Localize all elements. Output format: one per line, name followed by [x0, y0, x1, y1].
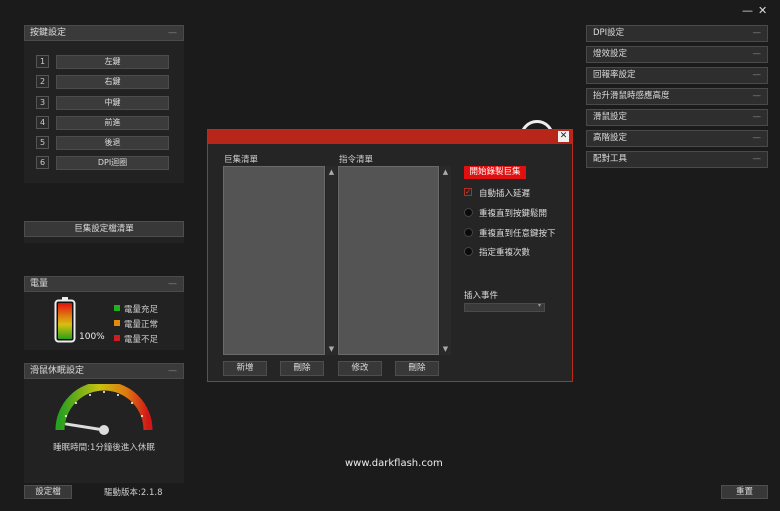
expand-icon: —: [752, 28, 762, 38]
right-menu-label: DPI設定: [593, 28, 625, 38]
expand-icon: —: [752, 70, 762, 80]
repeat-until-anykey-label: 重複直到任意鍵按下: [479, 229, 556, 239]
command-list-label: 指令清單: [339, 155, 374, 165]
key-number-badge: 6: [36, 156, 49, 169]
right-menu-label: 配對工具: [593, 154, 628, 164]
macro-dialog-close-button[interactable]: ✕: [558, 131, 569, 142]
auto-delay-label: 自動插入延遲: [479, 189, 531, 199]
battery-title: 電量: [30, 279, 49, 289]
sleep-title: 滑鼠休眠設定: [30, 366, 85, 376]
modify-command-button[interactable]: 修改: [338, 361, 382, 376]
driver-version: 驅動版本:2.1.8: [104, 488, 163, 498]
collapse-icon[interactable]: —: [168, 364, 177, 378]
expand-icon: —: [752, 133, 762, 143]
sleep-header: 滑鼠休眠設定 —: [24, 363, 184, 379]
key-assign-button-5[interactable]: 後退: [56, 136, 169, 150]
repeat-count-radio[interactable]: [464, 247, 473, 256]
scroll-up-icon[interactable]: ▲: [326, 168, 337, 176]
key-assign-button-2[interactable]: 右鍵: [56, 75, 169, 89]
website-link[interactable]: www.darkflash.com: [345, 458, 443, 469]
delete-macro-button[interactable]: 刪除: [280, 361, 324, 376]
right-menu-item-2[interactable]: 燈效設定 —: [586, 46, 768, 63]
macro-profile-list-button[interactable]: 巨集設定檔清單: [24, 221, 184, 237]
sleep-time-text: 睡眠時間:1分鐘後進入休眠: [53, 443, 155, 453]
right-menu-label: 燈效設定: [593, 49, 628, 59]
macro-dialog-titlebar: [208, 130, 572, 144]
expand-icon: —: [752, 154, 762, 164]
key-number-badge: 1: [36, 55, 49, 68]
key-settings-title: 按鍵設定: [30, 28, 67, 38]
battery-icon: [54, 297, 76, 343]
key-number-badge: 5: [36, 136, 49, 149]
right-menu-item-7[interactable]: 配對工具 —: [586, 151, 768, 168]
macro-list-label: 巨集清單: [224, 155, 259, 165]
delete-command-button[interactable]: 刪除: [395, 361, 439, 376]
legend-label: 電量充足: [124, 305, 159, 315]
right-menu-item-1[interactable]: DPI設定 —: [586, 25, 768, 42]
chevron-down-icon: ▾: [537, 302, 541, 309]
legend-swatch: [114, 305, 120, 311]
insert-event-label: 插入事件: [464, 291, 499, 301]
command-list-box[interactable]: [338, 166, 439, 355]
repeat-until-release-label: 重複直到按鍵鬆開: [479, 209, 548, 219]
key-assign-button-1[interactable]: 左鍵: [56, 55, 169, 69]
expand-icon: —: [752, 49, 762, 59]
battery-percent: 100%: [79, 332, 105, 342]
macro-list-scrollbar[interactable]: ▲ ▼: [326, 166, 337, 355]
macro-list-box[interactable]: [223, 166, 325, 355]
auto-delay-checkbox[interactable]: ✓: [464, 188, 472, 196]
key-assign-button-4[interactable]: 前進: [56, 116, 169, 130]
minimize-button[interactable]: —: [742, 4, 753, 17]
key-number-badge: 4: [36, 116, 49, 129]
insert-event-dropdown[interactable]: ▾: [464, 302, 545, 312]
repeat-count-label: 指定重複次數: [479, 248, 531, 258]
macro-list-area: [24, 237, 184, 243]
repeat-until-anykey-radio[interactable]: [464, 228, 473, 237]
expand-icon: —: [752, 112, 762, 122]
scroll-down-icon[interactable]: ▼: [440, 345, 451, 353]
legend-label: 電量正常: [124, 320, 159, 330]
key-settings-header: 按鍵設定 —: [24, 25, 184, 41]
close-window-button[interactable]: ✕: [758, 4, 767, 17]
key-number-badge: 2: [36, 75, 49, 88]
right-menu-label: 回報率設定: [593, 70, 636, 80]
command-list-scrollbar[interactable]: ▲ ▼: [440, 166, 451, 355]
macro-dialog: ✕ 巨集清單 指令清單 ▲ ▼ ▲ ▼ 新增 刪除 修改 刪除 開始錄製巨集 ✓…: [207, 129, 573, 382]
right-menu-item-3[interactable]: 回報率設定 —: [586, 67, 768, 84]
right-menu-label: 高階設定: [593, 133, 628, 143]
legend-label: 電量不足: [124, 335, 159, 345]
key-assign-button-6[interactable]: DPI迴圈: [56, 156, 169, 170]
right-menu-label: 抬升滑鼠時感應高度: [593, 91, 670, 101]
scroll-up-icon[interactable]: ▲: [440, 168, 451, 176]
scroll-down-icon[interactable]: ▼: [326, 345, 337, 353]
right-menu-item-5[interactable]: 滑鼠設定 —: [586, 109, 768, 126]
right-menu-label: 滑鼠設定: [593, 112, 628, 122]
sleep-gauge[interactable]: [52, 381, 156, 436]
right-menu-item-6[interactable]: 高階設定 —: [586, 130, 768, 147]
reset-button[interactable]: 重置: [721, 485, 768, 499]
add-macro-button[interactable]: 新增: [223, 361, 267, 376]
profile-button[interactable]: 設定檔: [24, 485, 72, 499]
start-recording-button[interactable]: 開始錄製巨集: [464, 166, 526, 179]
legend-swatch: [114, 335, 120, 341]
collapse-icon[interactable]: —: [168, 26, 177, 40]
key-assign-button-3[interactable]: 中鍵: [56, 96, 169, 110]
repeat-until-release-radio[interactable]: [464, 208, 473, 217]
collapse-icon[interactable]: —: [168, 277, 177, 291]
key-number-badge: 3: [36, 96, 49, 109]
legend-swatch: [114, 320, 120, 326]
expand-icon: —: [752, 91, 762, 101]
battery-header: 電量 —: [24, 276, 184, 292]
right-menu-item-4[interactable]: 抬升滑鼠時感應高度 —: [586, 88, 768, 105]
